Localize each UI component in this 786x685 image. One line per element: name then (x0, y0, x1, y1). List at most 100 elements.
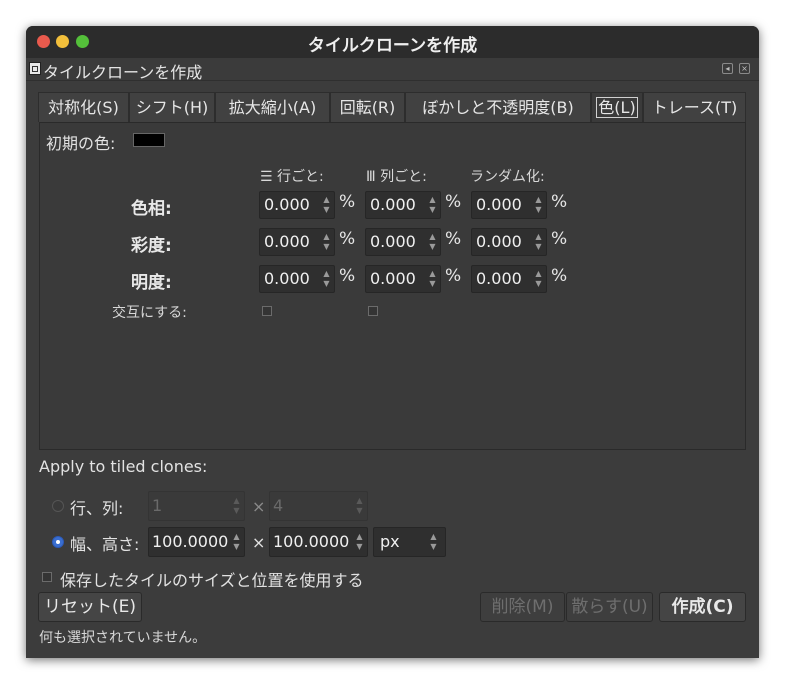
columns-value: 4 (273, 496, 284, 515)
tab-bar: 対称化(S) シフト(H) 拡大縮小(A) 回転(R) ぼかしと不透明度(B) … (38, 92, 746, 122)
tab-symmetry[interactable]: 対称化(S) (38, 92, 129, 122)
initial-color-swatch[interactable] (133, 133, 165, 147)
columns-icon: Ⅲ (366, 169, 376, 185)
percent-label: % (551, 192, 568, 212)
per-row-header: ☰ 行ごと: (260, 166, 324, 186)
tab-trace-label: トレース(T) (651, 98, 738, 117)
dropdown-arrows-icon[interactable]: ▲ ▼ (429, 532, 438, 552)
spin-arrows-icon[interactable]: ▲ ▼ (428, 269, 437, 289)
lightness-per-row-spin[interactable]: 0.000 ▲ ▼ (259, 265, 335, 293)
rows-value: 1 (152, 496, 163, 515)
hue-per-row-value: 0.000 (264, 195, 310, 214)
per-column-header-text: 列ごと: (380, 169, 427, 185)
reset-button[interactable]: リセット(E) (38, 592, 142, 622)
rows-spin[interactable]: 1 ▲ ▼ (148, 491, 245, 521)
height-spin[interactable]: 100.0000 ▲ ▼ (269, 527, 368, 557)
saturation-random-spin[interactable]: 0.000 ▲ ▼ (471, 228, 547, 256)
tab-trace[interactable]: トレース(T) (643, 92, 746, 122)
times-sign: × (252, 497, 266, 516)
hue-per-col-value: 0.000 (370, 195, 416, 214)
initial-color-label: 初期の色: (46, 134, 116, 153)
tab-scale[interactable]: 拡大縮小(A) (215, 92, 330, 122)
spin-arrows-icon[interactable]: ▲ ▼ (534, 269, 543, 289)
columns-spin[interactable]: 4 ▲ ▼ (269, 491, 368, 521)
percent-label: % (445, 266, 462, 286)
spin-arrows-icon[interactable]: ▲ ▼ (232, 496, 241, 516)
hue-random-spin[interactable]: 0.000 ▲ ▼ (471, 191, 547, 219)
tab-color-label: 色(L) (596, 97, 638, 118)
height-value: 100.0000 (273, 532, 350, 551)
apply-heading: Apply to tiled clones: (39, 457, 208, 476)
percent-label: % (339, 229, 356, 249)
hue-label: 色相: (131, 199, 172, 219)
per-row-header-text: 行ごと: (277, 169, 324, 185)
spin-arrows-icon[interactable]: ▲ ▼ (355, 532, 364, 552)
width-spin[interactable]: 100.0000 ▲ ▼ (148, 527, 245, 557)
tab-color[interactable]: 色(L) (591, 92, 643, 122)
percent-label: % (445, 192, 462, 212)
create-button[interactable]: 作成(C) (659, 592, 746, 622)
spin-arrows-icon[interactable]: ▲ ▼ (322, 269, 331, 289)
tile-clones-window: タイルクローンを作成 タイルクローンを作成 ◂ × 対称化(S) シフト(H) … (26, 26, 759, 658)
spin-arrows-icon[interactable]: ▲ ▼ (428, 232, 437, 252)
use-saved-checkbox[interactable] (42, 572, 52, 582)
tab-rotation[interactable]: 回転(R) (330, 92, 405, 122)
spin-arrows-icon[interactable]: ▲ ▼ (322, 232, 331, 252)
scatter-button[interactable]: 散らす(U) (566, 592, 653, 622)
tile-clones-icon (29, 62, 41, 75)
tab-blur-opacity[interactable]: ぼかしと不透明度(B) (405, 92, 591, 122)
percent-label: % (551, 229, 568, 249)
times-sign: × (252, 533, 266, 552)
saturation-random-value: 0.000 (476, 232, 522, 251)
width-height-label: 幅、高さ: (70, 535, 140, 554)
saturation-label: 彩度: (131, 236, 172, 256)
spin-arrows-icon[interactable]: ▲ ▼ (534, 195, 543, 215)
dock-title: タイルクローンを作成 (43, 63, 203, 82)
tab-symmetry-label: 対称化(S) (48, 98, 119, 117)
tab-shift-label: シフト(H) (135, 98, 209, 117)
percent-label: % (551, 266, 568, 286)
lightness-per-col-value: 0.000 (370, 269, 416, 288)
spin-arrows-icon[interactable]: ▲ ▼ (355, 496, 364, 516)
window-title: タイルクローンを作成 (307, 36, 478, 56)
per-column-header: Ⅲ 列ごと: (366, 166, 427, 186)
tab-shift[interactable]: シフト(H) (129, 92, 215, 122)
rows-columns-radio[interactable] (52, 500, 64, 512)
percent-label: % (339, 192, 356, 212)
tab-blur-opacity-label: ぼかしと不透明度(B) (422, 98, 574, 117)
alternate-label: 交互にする: (112, 305, 187, 321)
lightness-label: 明度: (131, 273, 172, 293)
alternate-per-row-checkbox[interactable] (262, 306, 272, 316)
title-bar: タイルクローンを作成 (26, 26, 759, 58)
tab-rotation-label: 回転(R) (339, 98, 396, 117)
saturation-per-row-spin[interactable]: 0.000 ▲ ▼ (259, 228, 335, 256)
use-saved-label: 保存したタイルのサイズと位置を使用する (60, 571, 364, 590)
rows-columns-label: 行、列: (70, 499, 124, 518)
saturation-per-col-value: 0.000 (370, 232, 416, 251)
lightness-random-spin[interactable]: 0.000 ▲ ▼ (471, 265, 547, 293)
lightness-per-col-spin[interactable]: 0.000 ▲ ▼ (365, 265, 441, 293)
dock-iconify-button[interactable]: ◂ (722, 63, 733, 74)
lightness-per-row-value: 0.000 (264, 269, 310, 288)
dock-close-button[interactable]: × (739, 63, 750, 74)
percent-label: % (339, 266, 356, 286)
spin-arrows-icon[interactable]: ▲ ▼ (534, 232, 543, 252)
spin-arrows-icon[interactable]: ▲ ▼ (322, 195, 331, 215)
width-value: 100.0000 (152, 532, 229, 551)
status-text: 何も選択されていません。 (39, 630, 207, 646)
randomize-header: ランダム化: (470, 169, 545, 185)
width-height-radio[interactable] (52, 536, 64, 548)
hue-per-row-spin[interactable]: 0.000 ▲ ▼ (259, 191, 335, 219)
dock-header: タイルクローンを作成 ◂ × (26, 58, 759, 82)
tab-scale-label: 拡大縮小(A) (228, 98, 317, 117)
hue-per-col-spin[interactable]: 0.000 ▲ ▼ (365, 191, 441, 219)
delete-button[interactable]: 削除(M) (480, 592, 565, 622)
percent-label: % (445, 229, 462, 249)
saturation-per-col-spin[interactable]: 0.000 ▲ ▼ (365, 228, 441, 256)
spin-arrows-icon[interactable]: ▲ ▼ (232, 532, 241, 552)
alternate-per-col-checkbox[interactable] (368, 306, 378, 316)
hue-random-value: 0.000 (476, 195, 522, 214)
spin-arrows-icon[interactable]: ▲ ▼ (428, 195, 437, 215)
lightness-random-value: 0.000 (476, 269, 522, 288)
unit-select[interactable]: px ▲ ▼ (373, 527, 446, 557)
